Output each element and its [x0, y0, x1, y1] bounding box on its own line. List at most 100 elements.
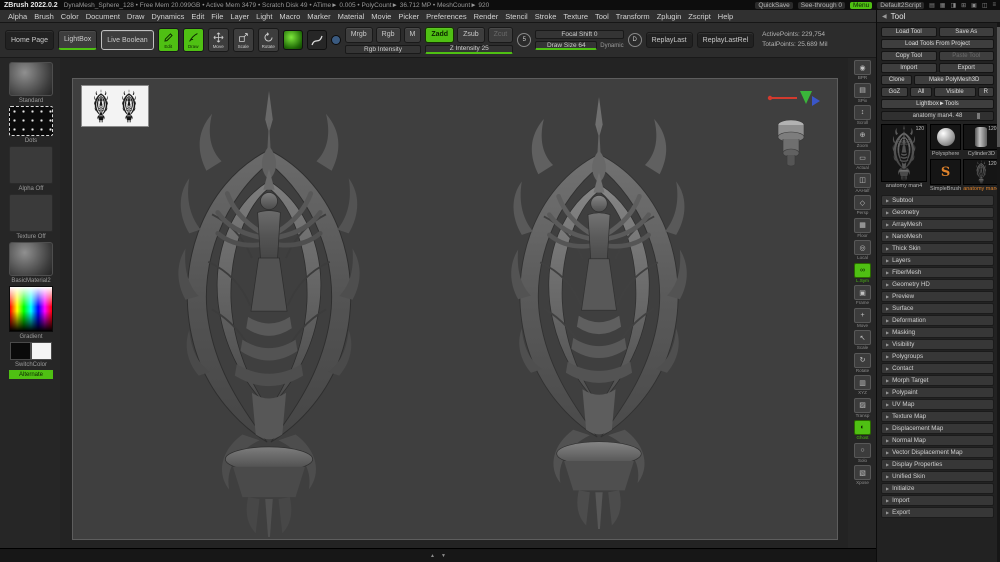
- material-thumb[interactable]: [9, 242, 53, 276]
- menu-item[interactable]: Transform: [613, 12, 653, 21]
- palette-section[interactable]: ▶ ArrayMesh: [881, 219, 994, 230]
- right-shelf-button[interactable]: ↻ Rotate: [854, 353, 871, 373]
- tool-thumb-polysphere[interactable]: Polysphere: [930, 124, 961, 157]
- right-shelf-button[interactable]: ▭ Actual: [854, 150, 871, 170]
- lightbox-tools-button[interactable]: Lightbox►Tools: [881, 99, 994, 109]
- titlebar-icon[interactable]: ⊞: [961, 2, 966, 9]
- zsub-button[interactable]: Zsub: [457, 27, 485, 43]
- palette-section[interactable]: ▶ Surface: [881, 303, 994, 314]
- palette-section[interactable]: ▶ Unified Skin: [881, 471, 994, 482]
- save-as-button[interactable]: Save As: [939, 27, 995, 37]
- palette-section[interactable]: ▶ Contact: [881, 363, 994, 374]
- menu-item[interactable]: Preferences: [423, 12, 469, 21]
- palette-section[interactable]: ▶ Displacement Map: [881, 423, 994, 434]
- focal-shift-knob[interactable]: 5: [517, 33, 531, 47]
- right-shelf-button[interactable]: ◐ Ghost: [854, 420, 871, 440]
- clone-button[interactable]: Clone: [881, 75, 912, 85]
- menu-item[interactable]: Stroke: [532, 12, 560, 21]
- draw-mode-button[interactable]: Draw: [183, 28, 204, 52]
- load-tools-from-project-button[interactable]: Load Tools From Project: [881, 39, 994, 49]
- menu-item[interactable]: Material: [335, 12, 368, 21]
- menu-item[interactable]: Texture: [560, 12, 591, 21]
- menu-item[interactable]: Zscript: [685, 12, 714, 21]
- titlebar-icon[interactable]: ◨: [950, 2, 956, 9]
- tool-thumb-cylinder3d[interactable]: 120 Cylinder3D: [963, 124, 999, 157]
- palette-section[interactable]: ▶ UV Map: [881, 399, 994, 410]
- menu-item[interactable]: File: [208, 12, 226, 21]
- stroke-dots-thumb[interactable]: [9, 106, 53, 136]
- home-page-button[interactable]: Home Page: [5, 30, 54, 50]
- make-polymesh3d-button[interactable]: Make PolyMesh3D: [914, 75, 994, 85]
- menu-item[interactable]: Picker: [395, 12, 422, 21]
- current-stroke-picker[interactable]: [307, 30, 327, 50]
- camera-gizmo[interactable]: [773, 117, 809, 171]
- palette-section[interactable]: ▶ Geometry HD: [881, 279, 994, 290]
- live-boolean-button[interactable]: Live Boolean: [101, 30, 153, 50]
- menu-item[interactable]: Macro: [276, 12, 303, 21]
- palette-section[interactable]: ▶ Thick Skin: [881, 243, 994, 254]
- menu-item[interactable]: Stencil: [502, 12, 531, 21]
- rgb-button[interactable]: Rgb: [376, 27, 401, 43]
- replay-last-button[interactable]: ReplayLast: [646, 32, 693, 48]
- right-shelf-button[interactable]: + Move: [854, 308, 871, 328]
- sculpt-model-left[interactable]: [143, 91, 395, 537]
- palette-section[interactable]: ▶ Preview: [881, 291, 994, 302]
- paste-tool-button[interactable]: Paste Tool: [939, 51, 995, 61]
- menu-item[interactable]: Render: [471, 12, 502, 21]
- see-through-slider[interactable]: See-through 0: [798, 2, 845, 9]
- current-brush-picker[interactable]: [283, 30, 303, 50]
- tool-thumb-anatomy[interactable]: 120 anatomy man4: [963, 159, 999, 192]
- menu-item[interactable]: Marker: [304, 12, 333, 21]
- lightbox-button[interactable]: LightBox: [58, 30, 97, 50]
- palette-section[interactable]: ▶ Visibility: [881, 339, 994, 350]
- palette-section[interactable]: ▶ Polygroups: [881, 351, 994, 362]
- right-shelf-button[interactable]: ↖ Scale: [854, 330, 871, 350]
- import-button[interactable]: Import: [881, 63, 937, 73]
- menu-item[interactable]: Edit: [188, 12, 207, 21]
- right-shelf-button[interactable]: ◉ BPR: [854, 60, 871, 80]
- palette-section[interactable]: ▶ Morph Target: [881, 375, 994, 386]
- palette-section[interactable]: ▶ Geometry: [881, 207, 994, 218]
- goz-r-button[interactable]: R: [978, 87, 994, 97]
- menu-item[interactable]: Zplugin: [654, 12, 685, 21]
- edit-mode-button[interactable]: Edit: [158, 28, 179, 52]
- right-shelf-button[interactable]: ▤ SPix: [854, 83, 871, 103]
- right-shelf-button[interactable]: ▥ XYZ: [854, 375, 871, 395]
- palette-section[interactable]: ▶ Subtool: [881, 195, 994, 206]
- titlebar-icon[interactable]: ▦: [940, 2, 946, 9]
- draw-size-slider[interactable]: Draw Size 64: [535, 41, 597, 50]
- alternate-button[interactable]: Alternate: [9, 370, 53, 379]
- right-shelf-button[interactable]: ↕ Scroll: [854, 105, 871, 125]
- scroll-up-icon[interactable]: ▲: [430, 553, 435, 559]
- palette-section[interactable]: ▶ Import: [881, 495, 994, 506]
- right-shelf-button[interactable]: ◫ AAHalf: [854, 173, 871, 193]
- right-shelf-button[interactable]: ◎ Local: [854, 240, 871, 260]
- menu-item[interactable]: Dynamics: [148, 12, 187, 21]
- zcut-button[interactable]: Zcut: [488, 27, 514, 43]
- scale-mode-button[interactable]: Scale: [233, 28, 254, 52]
- zadd-button[interactable]: Zadd: [425, 27, 454, 43]
- color-indicator[interactable]: [331, 35, 341, 45]
- active-tool-thumb[interactable]: 120 anatomy man4: [881, 124, 927, 192]
- menu-item[interactable]: Movie: [368, 12, 394, 21]
- palette-section[interactable]: ▶ Normal Map: [881, 435, 994, 446]
- menu-item[interactable]: Draw: [124, 12, 148, 21]
- main-color-swatch[interactable]: [10, 342, 31, 360]
- replay-knob[interactable]: D: [628, 33, 642, 47]
- move-mode-button[interactable]: Move: [208, 28, 229, 52]
- menu-item[interactable]: Alpha: [5, 12, 30, 21]
- axis-orientation-widget[interactable]: [767, 89, 821, 109]
- menu-item[interactable]: Layer: [227, 12, 252, 21]
- menu-item[interactable]: Light: [253, 12, 275, 21]
- switch-color-widget[interactable]: [10, 342, 52, 360]
- right-shelf-button[interactable]: ▨ Transp: [854, 398, 871, 418]
- palette-section[interactable]: ▶ Display Properties: [881, 459, 994, 470]
- right-shelf-button[interactable]: ◇ Persp: [854, 195, 871, 215]
- titlebar-icon[interactable]: ◫: [982, 2, 988, 9]
- replay-last-rel-button[interactable]: ReplayLastRel: [697, 32, 755, 48]
- right-shelf-button[interactable]: ∞ L.Sym: [854, 263, 871, 283]
- palette-section[interactable]: ▶ Initialize: [881, 483, 994, 494]
- alpha-off-thumb[interactable]: [9, 146, 53, 184]
- dynamic-toggle[interactable]: Dynamic: [600, 43, 623, 49]
- palette-section[interactable]: ▶ Texture Map: [881, 411, 994, 422]
